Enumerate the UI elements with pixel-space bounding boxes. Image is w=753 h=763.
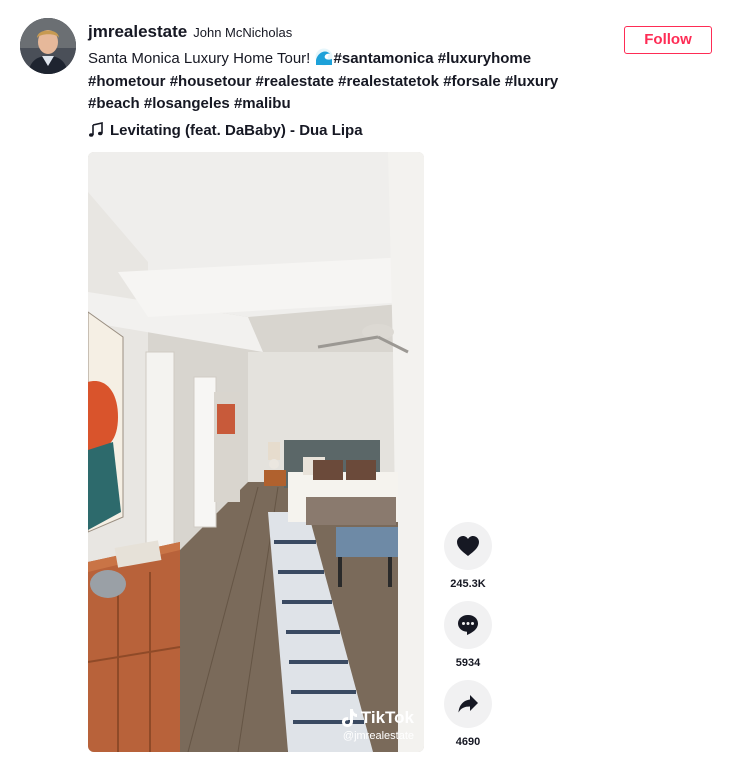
hashtag-link[interactable]: #losangeles bbox=[144, 95, 230, 112]
caption-text: Santa Monica Luxury Home Tour! bbox=[88, 50, 311, 67]
tiktok-logo-icon bbox=[341, 709, 357, 727]
heart-icon bbox=[457, 536, 479, 556]
avatar[interactable] bbox=[20, 18, 76, 74]
hashtag-link[interactable]: #luxuryhome bbox=[438, 50, 531, 67]
music-info[interactable]: Levitating (feat. DaBaby) - Dua Lipa bbox=[88, 120, 363, 140]
share-action: 4690 bbox=[443, 680, 493, 748]
like-button[interactable] bbox=[444, 522, 492, 570]
hashtag-link[interactable]: #realestatetok bbox=[338, 73, 439, 90]
hashtag-link[interactable]: #realestate bbox=[256, 73, 334, 90]
watermark-logo-text: TikTok bbox=[360, 708, 414, 727]
music-note-icon bbox=[89, 122, 103, 137]
tiktok-watermark: TikTok @jmrealestate bbox=[340, 708, 414, 742]
follow-button[interactable]: Follow bbox=[624, 26, 712, 54]
music-title: Levitating (feat. DaBaby) - Dua Lipa bbox=[110, 121, 363, 139]
hashtag-link[interactable]: #luxury bbox=[505, 73, 558, 90]
hashtag-link[interactable]: #forsale bbox=[443, 73, 501, 90]
wave-emoji-icon bbox=[315, 48, 333, 66]
hashtag-link[interactable]: #hometour bbox=[88, 73, 166, 90]
watermark-handle: @jmrealestate bbox=[342, 730, 414, 742]
comment-count: 5934 bbox=[455, 657, 481, 669]
hashtag-link[interactable]: #housetour bbox=[170, 73, 252, 90]
video-player[interactable]: TikTok @jmrealestate bbox=[88, 152, 424, 752]
like-action: 245.3K bbox=[443, 522, 493, 590]
share-count: 4690 bbox=[455, 736, 481, 748]
hashtag-link[interactable]: #beach bbox=[88, 95, 140, 112]
video-caption: Santa Monica Luxury Home Tour! #santamon… bbox=[88, 48, 588, 116]
comment-button[interactable] bbox=[444, 601, 492, 649]
comment-action: 5934 bbox=[443, 601, 493, 669]
share-button[interactable] bbox=[444, 680, 492, 728]
hashtag-link[interactable]: #santamonica bbox=[334, 50, 434, 67]
author-full-name[interactable]: John McNicholas bbox=[193, 25, 292, 40]
video-frame bbox=[88, 152, 424, 752]
like-count: 245.3K bbox=[450, 578, 486, 590]
author-username[interactable]: jmrealestate bbox=[88, 22, 187, 42]
post-header: jmrealestate John McNicholas bbox=[88, 22, 608, 44]
hashtag-link[interactable]: #malibu bbox=[234, 95, 291, 112]
comment-icon bbox=[458, 615, 478, 635]
share-icon bbox=[458, 695, 478, 713]
